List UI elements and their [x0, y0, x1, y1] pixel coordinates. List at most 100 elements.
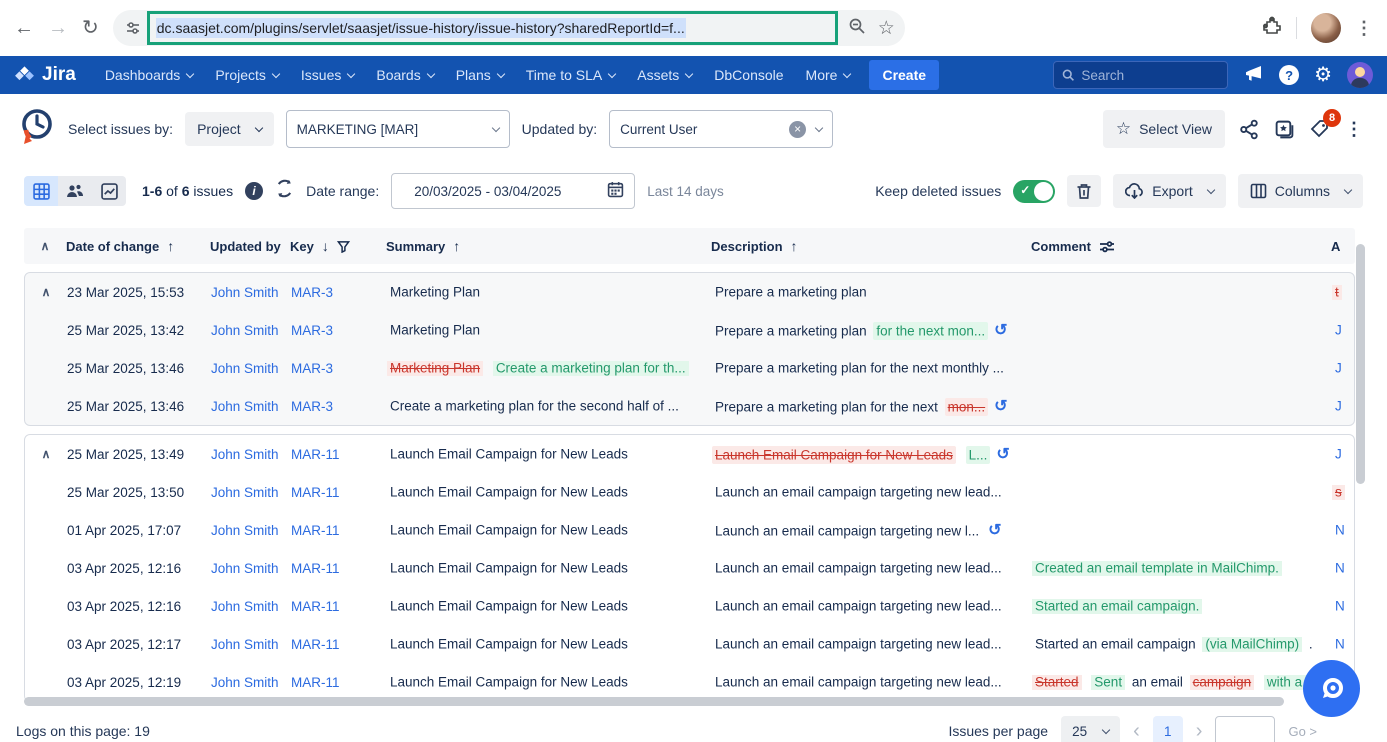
nav-item-projects[interactable]: Projects — [204, 56, 290, 94]
issue-key-link[interactable]: MAR-3 — [291, 399, 387, 414]
user-avatar[interactable] — [1347, 62, 1373, 88]
support-widget-button[interactable] — [1303, 660, 1360, 717]
group-collapse-icon[interactable]: ∧ — [25, 285, 67, 299]
user-link[interactable]: John Smith — [211, 523, 291, 538]
browser-profile-avatar[interactable] — [1311, 13, 1341, 43]
collapse-all-icon[interactable]: ∧ — [24, 239, 66, 253]
browser-menu-icon[interactable]: ⋮ — [1355, 19, 1373, 37]
info-icon[interactable]: i — [245, 182, 263, 200]
issue-key-link[interactable]: MAR-3 — [291, 361, 387, 376]
calendar-icon[interactable] — [607, 181, 624, 201]
extensions-icon[interactable] — [1262, 16, 1282, 41]
date-range-input[interactable]: 20/03/2025 - 03/04/2025 — [391, 173, 635, 209]
per-page-dropdown[interactable]: 25 — [1061, 716, 1120, 742]
issue-key-link[interactable]: MAR-11 — [291, 523, 387, 538]
column-header-comment[interactable]: Comment — [1031, 239, 1331, 254]
issue-key-link[interactable]: MAR-11 — [291, 485, 387, 500]
share-button[interactable] — [1239, 119, 1260, 140]
column-header-description[interactable]: Description↑ — [711, 238, 1031, 254]
bookmark-star-icon[interactable]: ☆ — [878, 19, 895, 38]
current-page-button[interactable]: 1 — [1153, 716, 1183, 742]
user-link[interactable]: John Smith — [211, 323, 291, 338]
vertical-scrollbar[interactable] — [1356, 244, 1365, 484]
chart-view-icon[interactable] — [92, 176, 126, 206]
nav-item-dashboards[interactable]: Dashboards — [94, 56, 205, 94]
announcements-icon[interactable] — [1244, 64, 1264, 87]
forward-icon[interactable]: → — [48, 18, 68, 38]
select-view-button[interactable]: ☆ Select View — [1103, 110, 1225, 148]
user-link[interactable]: John Smith — [211, 399, 291, 414]
sort-asc-icon[interactable]: ↑ — [167, 238, 174, 254]
filter-funnel-icon[interactable] — [337, 240, 350, 253]
sort-asc-icon[interactable]: ↑ — [791, 238, 798, 254]
saved-reports-button[interactable] — [1274, 119, 1295, 140]
url-text[interactable]: dc.saasjet.com/plugins/servlet/saasjet/i… — [156, 18, 686, 38]
issue-key-link[interactable]: MAR-11 — [291, 675, 387, 690]
filter-mode-dropdown[interactable]: Project — [185, 112, 274, 146]
prev-page-icon[interactable]: ‹ — [1133, 721, 1140, 741]
next-page-icon[interactable]: › — [1196, 721, 1203, 741]
user-link[interactable]: John Smith — [211, 447, 291, 462]
issue-key-link[interactable]: MAR-3 — [291, 285, 387, 300]
columns-button[interactable]: Columns — [1238, 174, 1363, 208]
nav-item-more[interactable]: More — [795, 56, 862, 94]
user-link[interactable]: John Smith — [211, 361, 291, 376]
search-input[interactable] — [1081, 68, 1219, 83]
column-settings-icon[interactable] — [1099, 240, 1115, 253]
nav-item-issues[interactable]: Issues — [290, 56, 365, 94]
keep-deleted-toggle[interactable]: ✓ — [1013, 180, 1055, 203]
column-header-summary[interactable]: Summary↑ — [386, 238, 711, 254]
column-header-a[interactable]: A — [1331, 239, 1355, 254]
project-value: MARKETING [MAR] — [297, 122, 419, 137]
user-link[interactable]: John Smith — [211, 485, 291, 500]
table-view-icon[interactable] — [24, 176, 58, 206]
column-header-key[interactable]: Key↓ — [290, 238, 386, 254]
people-view-icon[interactable] — [58, 176, 92, 206]
more-options-icon[interactable]: ⋮ — [1345, 119, 1363, 140]
export-button[interactable]: Export — [1113, 174, 1225, 208]
nav-item-assets[interactable]: Assets — [626, 56, 703, 94]
help-icon[interactable]: ? — [1279, 65, 1299, 85]
go-to-page-input[interactable] — [1215, 716, 1275, 742]
create-button[interactable]: Create — [869, 60, 939, 90]
updated-by-select[interactable]: Current User × — [609, 110, 833, 148]
issue-key-link[interactable]: MAR-3 — [291, 323, 387, 338]
refresh-icon[interactable] — [275, 179, 294, 203]
nav-item-plans[interactable]: Plans — [445, 56, 515, 94]
user-link[interactable]: John Smith — [211, 637, 291, 652]
go-label[interactable]: Go > — [1288, 724, 1317, 739]
reload-icon[interactable]: ↻ — [82, 18, 99, 38]
restore-icon[interactable]: ↺ — [994, 322, 1007, 339]
horizontal-scrollbar[interactable] — [24, 697, 1284, 706]
clear-icon[interactable]: × — [789, 121, 806, 138]
issue-key-link[interactable]: MAR-11 — [291, 637, 387, 652]
site-info-icon[interactable] — [119, 14, 147, 42]
issue-key-link[interactable]: MAR-11 — [291, 447, 387, 462]
restore-icon[interactable]: ↺ — [994, 398, 1007, 415]
url-bar[interactable]: dc.saasjet.com/plugins/servlet/saasjet/i… — [113, 10, 905, 46]
delete-button[interactable] — [1067, 175, 1101, 207]
user-link[interactable]: John Smith — [211, 285, 291, 300]
column-header-updated-by[interactable]: Updated by — [210, 239, 290, 254]
restore-icon[interactable]: ↺ — [996, 446, 1009, 463]
user-link[interactable]: John Smith — [211, 675, 291, 690]
nav-item-time-to-sla[interactable]: Time to SLA — [515, 56, 627, 94]
restore-icon[interactable]: ↺ — [988, 522, 1001, 539]
user-link[interactable]: John Smith — [211, 561, 291, 576]
jira-logo[interactable]: Jira — [14, 64, 76, 86]
group-collapse-icon[interactable]: ∧ — [25, 447, 67, 461]
issue-key-link[interactable]: MAR-11 — [291, 599, 387, 614]
gear-icon[interactable]: ⚙ — [1314, 65, 1332, 85]
back-icon[interactable]: ← — [14, 18, 34, 38]
sort-asc-icon[interactable]: ↑ — [453, 238, 460, 254]
user-link[interactable]: John Smith — [211, 599, 291, 614]
issue-key-link[interactable]: MAR-11 — [291, 561, 387, 576]
sort-desc-icon[interactable]: ↓ — [322, 238, 329, 254]
column-header-date-of-change[interactable]: Date of change↑ — [66, 238, 210, 254]
nav-item-boards[interactable]: Boards — [365, 56, 444, 94]
project-select[interactable]: MARKETING [MAR] — [286, 110, 510, 148]
nav-item-dbconsole[interactable]: DbConsole — [703, 56, 794, 94]
zoom-icon[interactable] — [848, 17, 866, 40]
nav-search[interactable] — [1053, 61, 1228, 89]
labels-button[interactable]: 8 — [1309, 118, 1331, 140]
